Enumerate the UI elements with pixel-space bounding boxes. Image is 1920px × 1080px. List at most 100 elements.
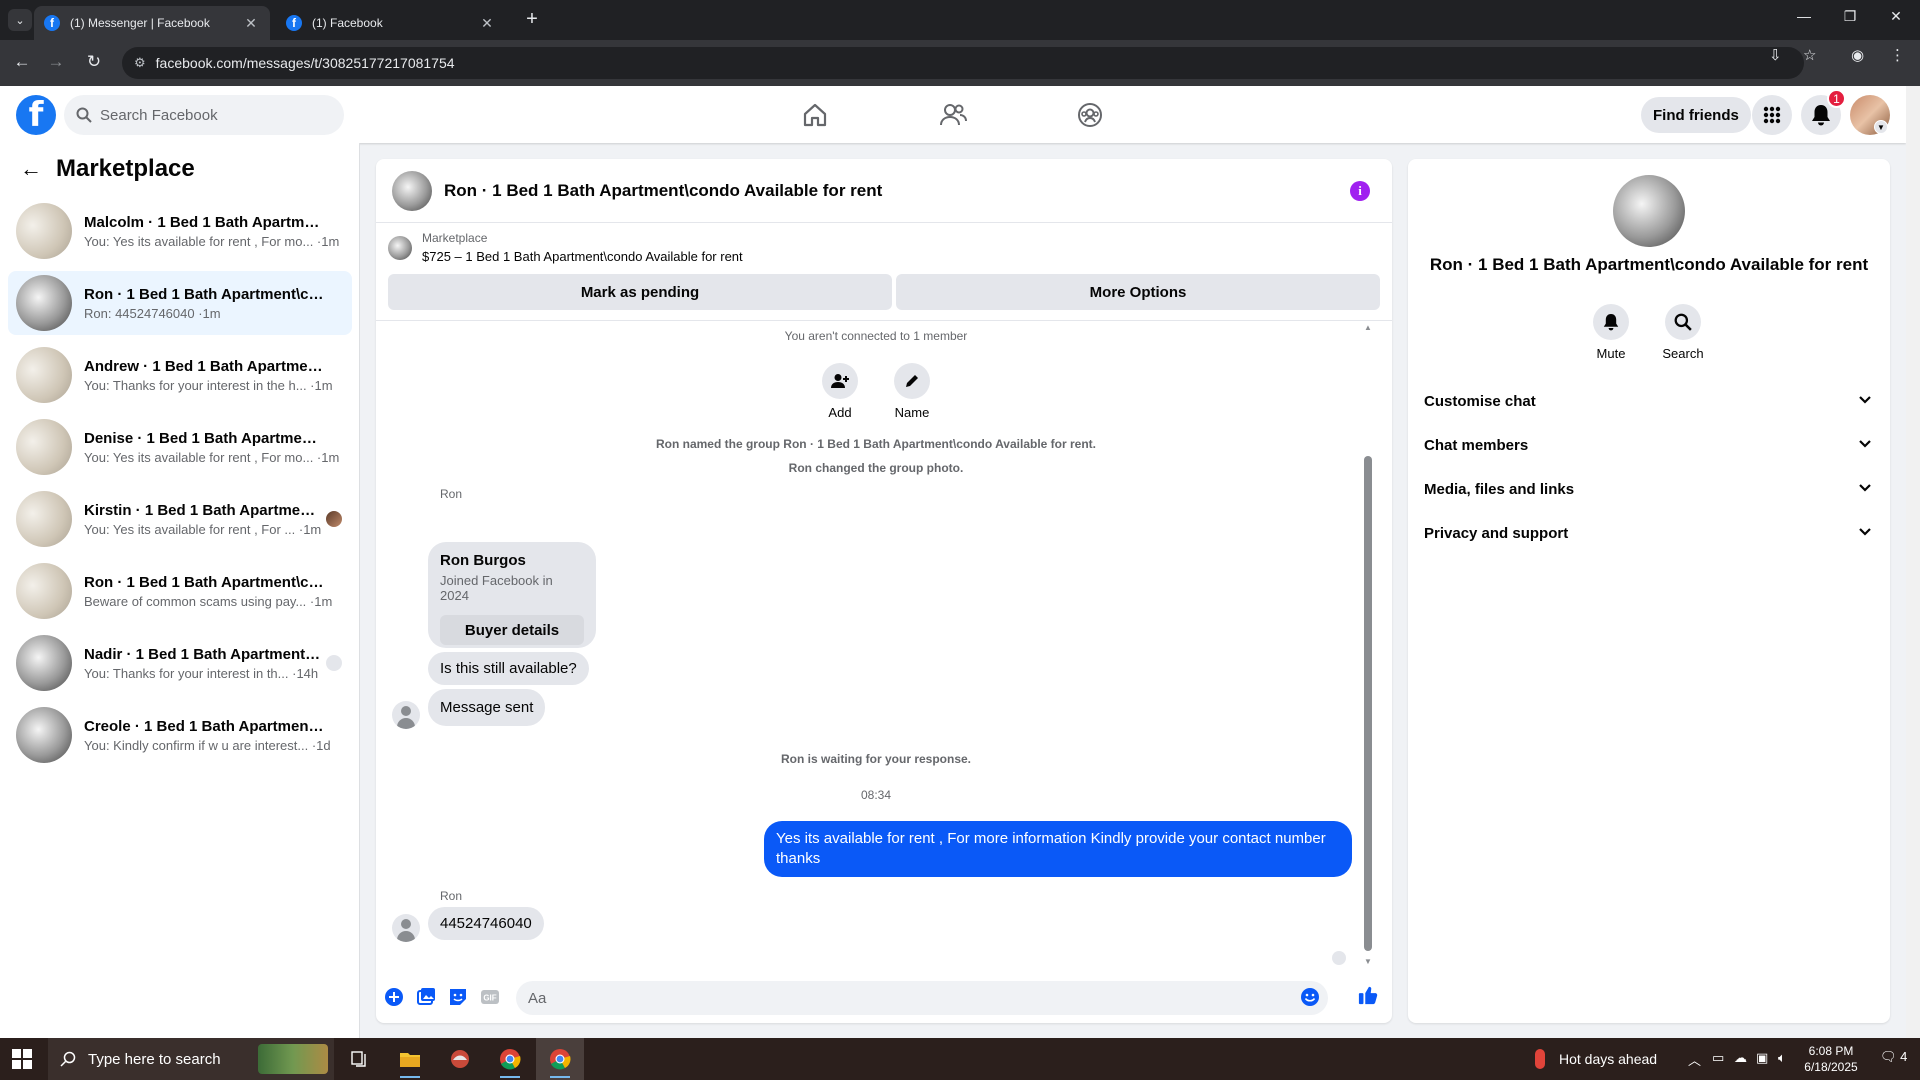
- bookmark-star-icon[interactable]: ☆: [1803, 46, 1816, 64]
- find-friends-button[interactable]: Find friends: [1641, 97, 1751, 133]
- meet-now-icon[interactable]: ▭: [1712, 1050, 1724, 1066]
- chat-header: Ron · 1 Bed 1 Bath Apartment\condo Avail…: [376, 159, 1392, 223]
- forward-button[interactable]: →: [44, 52, 68, 72]
- site-info-icon[interactable]: ⚙: [134, 55, 146, 71]
- customise-chat-section[interactable]: Customise chat: [1416, 379, 1882, 423]
- back-arrow-icon[interactable]: ←: [20, 156, 42, 182]
- page-scrollbar[interactable]: [1906, 86, 1920, 1038]
- minimize-button[interactable]: —: [1784, 8, 1824, 24]
- close-tab-icon[interactable]: ✕: [242, 15, 260, 32]
- menu-grid-icon[interactable]: [1752, 95, 1792, 135]
- address-bar[interactable]: ⚙ facebook.com/messages/t/30825177217081…: [122, 47, 1804, 79]
- tab-title: (1) Messenger | Facebook: [70, 16, 210, 30]
- conversation-name: Creole · 1 Bed 1 Bath Apartment\condo Av…: [84, 717, 324, 735]
- conversation-name: Ron · 1 Bed 1 Bath Apartment\condo Avail…: [84, 573, 324, 591]
- clock-time: 6:08 PM: [1808, 1044, 1854, 1058]
- sender-avatar[interactable]: [392, 914, 420, 942]
- mark-as-pending-button[interactable]: Mark as pending: [388, 274, 892, 310]
- windows-start-icon[interactable]: [12, 1049, 32, 1069]
- chat-scrollbar[interactable]: ▲ ▼: [1364, 321, 1372, 971]
- browser-menu-icon[interactable]: ⋮: [1890, 46, 1905, 64]
- url-text[interactable]: facebook.com/messages/t/3082517721708175…: [156, 55, 455, 71]
- notification-count: 4: [1900, 1049, 1908, 1064]
- profile-icon[interactable]: ◉: [1851, 46, 1864, 64]
- chevron-down-icon: [1858, 525, 1872, 539]
- conversation-preview: You: Thanks for your interest in th... ·…: [84, 665, 319, 681]
- incoming-message[interactable]: Is this still available?: [428, 652, 589, 685]
- file-explorer-icon[interactable]: [386, 1038, 434, 1080]
- chat-title[interactable]: Ron · 1 Bed 1 Bath Apartment\condo Avail…: [444, 181, 882, 201]
- show-hidden-icons-chevron-icon[interactable]: ︿: [1688, 1050, 1701, 1069]
- conversation-name: Andrew · 1 Bed 1 Bath Apartment\condo Av…: [84, 357, 324, 375]
- conversation-item[interactable]: Ron · 1 Bed 1 Bath Apartment\condo Avail…: [8, 559, 352, 623]
- photo-icon[interactable]: [416, 987, 436, 1007]
- group-avatar[interactable]: [1613, 175, 1685, 247]
- close-tab-icon[interactable]: ✕: [478, 15, 496, 32]
- conversation-item[interactable]: Creole · 1 Bed 1 Bath Apartment\condo Av…: [8, 703, 352, 767]
- chrome-profile-icon[interactable]: [536, 1038, 584, 1080]
- network-icon[interactable]: ▣: [1756, 1050, 1768, 1066]
- info-icon[interactable]: i: [1350, 181, 1370, 201]
- task-view-icon[interactable]: [336, 1038, 384, 1080]
- restore-button[interactable]: ❐: [1830, 8, 1870, 25]
- name-group-button[interactable]: Name: [882, 363, 942, 420]
- reload-button[interactable]: ↻: [82, 52, 106, 72]
- tab-facebook[interactable]: f (1) Facebook ✕: [276, 6, 506, 40]
- friends-icon[interactable]: [933, 100, 973, 130]
- scroll-up-arrow-icon[interactable]: ▲: [1364, 323, 1372, 332]
- chat-members-section[interactable]: Chat members: [1416, 423, 1882, 467]
- groups-icon[interactable]: [1070, 100, 1110, 130]
- browser-tab-bar: ⌄ f (1) Messenger | Facebook ✕ f (1) Fac…: [0, 0, 1920, 40]
- media-files-links-section[interactable]: Media, files and links: [1416, 467, 1882, 511]
- conversation-preview: You: Thanks for your interest in the h..…: [84, 377, 333, 393]
- thumbs-up-icon[interactable]: [1358, 985, 1378, 1005]
- listing-summary[interactable]: Marketplace $725 – 1 Bed 1 Bath Apartmen…: [388, 231, 743, 264]
- conversation-item[interactable]: Denise · 1 Bed 1 Bath Apartment\condo Av…: [8, 415, 352, 479]
- system-clock[interactable]: 6:08 PM 6/18/2025: [1796, 1043, 1866, 1075]
- conversation-preview: You: Yes its available for rent , For mo…: [84, 449, 340, 465]
- new-tab-button[interactable]: +: [520, 8, 544, 31]
- read-receipt-avatar: [326, 655, 342, 671]
- buyer-card: Ron Burgos Joined Facebook in 2024 Buyer…: [428, 542, 596, 648]
- sender-avatar[interactable]: [392, 701, 420, 729]
- facebook-search-input[interactable]: Search Facebook: [64, 95, 344, 135]
- app-icon[interactable]: [436, 1038, 484, 1080]
- scroll-thumb[interactable]: [1364, 456, 1372, 951]
- conversation-item[interactable]: Andrew · 1 Bed 1 Bath Apartment\condo Av…: [8, 343, 352, 407]
- sender-name: Ron: [440, 889, 463, 903]
- chat-avatar[interactable]: [392, 170, 432, 211]
- chrome-icon[interactable]: [486, 1038, 534, 1080]
- mute-button[interactable]: Mute: [1581, 304, 1641, 361]
- more-options-button[interactable]: More Options: [896, 274, 1380, 310]
- gif-icon[interactable]: GIF: [480, 987, 500, 1007]
- home-icon[interactable]: [795, 100, 835, 130]
- facebook-logo[interactable]: f: [16, 95, 56, 135]
- chevron-down-icon[interactable]: ▼: [1874, 120, 1888, 134]
- incoming-message[interactable]: Message sent: [428, 689, 546, 726]
- onedrive-icon[interactable]: ☁: [1734, 1050, 1747, 1066]
- taskbar-search-box[interactable]: Type here to search: [48, 1038, 334, 1080]
- outgoing-message[interactable]: Yes its available for rent , For more in…: [764, 821, 1352, 877]
- conversation-item-selected[interactable]: Ron · 1 Bed 1 Bath Apartment\condo Avail…: [8, 271, 352, 335]
- back-button[interactable]: ←: [10, 52, 34, 72]
- plus-icon[interactable]: [384, 987, 404, 1007]
- conversation-item[interactable]: Nadir · 1 Bed 1 Bath Apartment\condo Ava…: [8, 631, 352, 695]
- message-input[interactable]: [516, 981, 1328, 1015]
- tab-messenger[interactable]: f (1) Messenger | Facebook ✕: [34, 6, 270, 40]
- add-member-button[interactable]: Add: [810, 363, 870, 420]
- sticker-icon[interactable]: [448, 987, 468, 1007]
- privacy-support-section[interactable]: Privacy and support: [1416, 511, 1882, 555]
- emoji-icon[interactable]: [1300, 987, 1320, 1007]
- incoming-message[interactable]: 44524746040: [428, 907, 544, 940]
- tab-search-button[interactable]: ⌄: [8, 9, 32, 31]
- conversation-item[interactable]: Kirstin · 1 Bed 1 Bath Apartment\condo A…: [8, 487, 352, 551]
- scroll-down-arrow-icon[interactable]: ▼: [1364, 957, 1372, 966]
- buyer-details-button[interactable]: Buyer details: [440, 615, 584, 645]
- volume-icon[interactable]: 🔈︎: [1778, 1050, 1786, 1066]
- search-conversation-button[interactable]: Search: [1653, 304, 1713, 361]
- notification-center-icon[interactable]: 🗨︎ 4: [1880, 1049, 1907, 1065]
- weather-widget[interactable]: Hot days ahead: [1535, 1038, 1657, 1080]
- conversation-item[interactable]: Malcolm · 1 Bed 1 Bath Apartment\condo A…: [8, 199, 352, 263]
- close-window-button[interactable]: ✕: [1876, 8, 1916, 25]
- install-app-icon[interactable]: ⇩: [1769, 46, 1782, 64]
